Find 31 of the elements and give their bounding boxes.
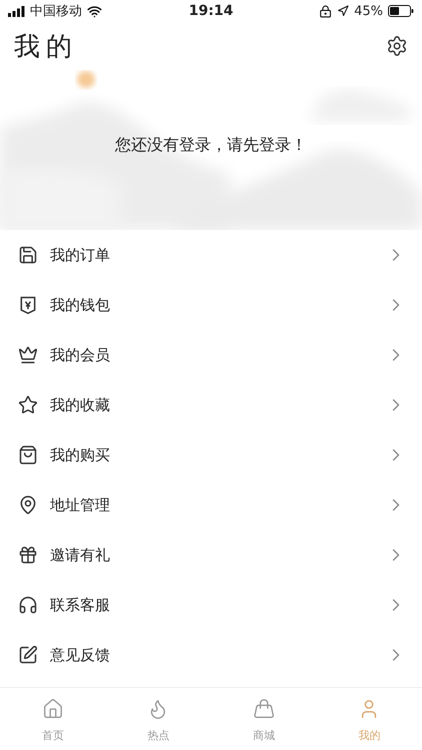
bag-icon xyxy=(18,445,38,465)
signal-icon xyxy=(8,6,25,16)
wifi-icon xyxy=(87,4,102,18)
menu-item[interactable]: 我的钱包 xyxy=(50,296,374,314)
home-icon xyxy=(42,698,64,720)
order-icon xyxy=(18,245,38,265)
carrier-name: 中国移动 xyxy=(30,3,82,20)
menu-item[interactable]: 意见反馈 xyxy=(50,646,374,664)
menu-item[interactable]: 我的订单 xyxy=(50,246,374,264)
rotation-lock-icon xyxy=(319,4,332,18)
menu-item[interactable]: 我的收藏 xyxy=(50,396,374,414)
clock-time: 19:14 xyxy=(188,3,234,19)
location-icon xyxy=(337,5,350,17)
battery-percent: 45% xyxy=(354,4,384,18)
menu-item[interactable]: 联系客服 xyxy=(50,596,374,614)
settings-icon[interactable] xyxy=(386,35,408,57)
gift-icon xyxy=(18,545,38,565)
menu-item[interactable]: 我的购买 xyxy=(50,446,374,464)
menu-item[interactable]: 我的会员 xyxy=(50,346,374,364)
crown-icon xyxy=(18,345,38,365)
login-prompt: 您还没有登录，请先登录！ xyxy=(115,134,307,156)
page-title: 我的 xyxy=(14,30,78,64)
menu-item[interactable]: 邀请有礼 xyxy=(50,546,374,564)
location-pin-icon xyxy=(18,495,38,515)
star-icon xyxy=(18,395,38,415)
menu-item[interactable]: 地址管理 xyxy=(50,496,374,514)
headphones-icon xyxy=(18,595,38,615)
edit-icon xyxy=(18,645,38,665)
bag-icon xyxy=(252,698,275,720)
wallet-icon xyxy=(18,295,38,315)
battery-icon xyxy=(388,5,414,17)
